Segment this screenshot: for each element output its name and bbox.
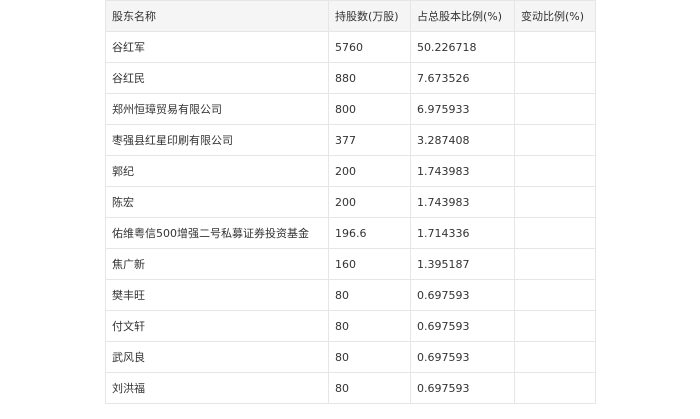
cell-shares: 80 <box>328 341 411 373</box>
cell-shareholder-name: 谷红军 <box>105 31 329 63</box>
cell-ratio: 6.975933 <box>410 93 515 125</box>
table-row: 武风良 80 0.697593 <box>105 341 596 373</box>
cell-change <box>514 248 596 280</box>
table-row: 谷红军 5760 50.226718 <box>105 31 596 63</box>
cell-shareholder-name: 谷红民 <box>105 62 329 94</box>
cell-shares: 200 <box>328 155 411 187</box>
table-row: 付文轩 80 0.697593 <box>105 310 596 342</box>
cell-ratio: 1.395187 <box>410 248 515 280</box>
table-row: 佑维粤信500增强二号私募证券投资基金 196.6 1.714336 <box>105 217 596 249</box>
cell-shareholder-name: 佑维粤信500增强二号私募证券投资基金 <box>105 217 329 249</box>
cell-shareholder-name: 付文轩 <box>105 310 329 342</box>
cell-change <box>514 186 596 218</box>
table-header-row: 股东名称 持股数(万股) 占总股本比例(%) 变动比例(%) <box>105 0 596 32</box>
cell-ratio: 0.697593 <box>410 372 515 404</box>
header-shareholder-name: 股东名称 <box>105 0 329 32</box>
shareholder-table-container: 股东名称 持股数(万股) 占总股本比例(%) 变动比例(%) 谷红军 5760 50… <box>105 0 596 404</box>
cell-ratio: 3.287408 <box>410 124 515 156</box>
cell-change <box>514 62 596 94</box>
cell-shares: 880 <box>328 62 411 94</box>
table-row: 谷红民 880 7.673526 <box>105 62 596 94</box>
cell-shares: 800 <box>328 93 411 125</box>
table-row: 焦广新 160 1.395187 <box>105 248 596 280</box>
cell-shares: 160 <box>328 248 411 280</box>
cell-change <box>514 341 596 373</box>
cell-ratio: 0.697593 <box>410 310 515 342</box>
header-ratio: 占总股本比例(%) <box>410 0 515 32</box>
cell-shareholder-name: 陈宏 <box>105 186 329 218</box>
table-row: 郭纪 200 1.743983 <box>105 155 596 187</box>
header-shares: 持股数(万股) <box>328 0 411 32</box>
cell-shareholder-name: 焦广新 <box>105 248 329 280</box>
cell-shares: 196.6 <box>328 217 411 249</box>
cell-ratio: 50.226718 <box>410 31 515 63</box>
cell-shareholder-name: 刘洪福 <box>105 372 329 404</box>
cell-shareholder-name: 郑州恒璋贸易有限公司 <box>105 93 329 125</box>
header-change: 变动比例(%) <box>514 0 596 32</box>
cell-change <box>514 372 596 404</box>
cell-shareholder-name: 樊丰旺 <box>105 279 329 311</box>
table-row: 刘洪福 80 0.697593 <box>105 372 596 404</box>
cell-ratio: 0.697593 <box>410 341 515 373</box>
table-row: 樊丰旺 80 0.697593 <box>105 279 596 311</box>
cell-shares: 377 <box>328 124 411 156</box>
cell-change <box>514 310 596 342</box>
cell-change <box>514 31 596 63</box>
cell-shareholder-name: 郭纪 <box>105 155 329 187</box>
table-body: 谷红军 5760 50.226718 谷红民 880 7.673526 郑州恒璋贸易有限公司… <box>105 31 596 404</box>
cell-ratio: 1.714336 <box>410 217 515 249</box>
table-row: 陈宏 200 1.743983 <box>105 186 596 218</box>
shareholder-table: 股东名称 持股数(万股) 占总股本比例(%) 变动比例(%) 谷红军 5760 50… <box>105 0 596 404</box>
cell-shares: 5760 <box>328 31 411 63</box>
cell-shareholder-name: 武风良 <box>105 341 329 373</box>
cell-change <box>514 217 596 249</box>
cell-shares: 80 <box>328 372 411 404</box>
cell-shares: 80 <box>328 310 411 342</box>
cell-ratio: 7.673526 <box>410 62 515 94</box>
cell-change <box>514 93 596 125</box>
cell-change <box>514 124 596 156</box>
cell-ratio: 0.697593 <box>410 279 515 311</box>
cell-change <box>514 155 596 187</box>
cell-ratio: 1.743983 <box>410 186 515 218</box>
cell-shareholder-name: 枣强县红星印刷有限公司 <box>105 124 329 156</box>
table-row: 郑州恒璋贸易有限公司 800 6.975933 <box>105 93 596 125</box>
cell-shares: 80 <box>328 279 411 311</box>
cell-change <box>514 279 596 311</box>
cell-ratio: 1.743983 <box>410 155 515 187</box>
table-row: 枣强县红星印刷有限公司 377 3.287408 <box>105 124 596 156</box>
cell-shares: 200 <box>328 186 411 218</box>
